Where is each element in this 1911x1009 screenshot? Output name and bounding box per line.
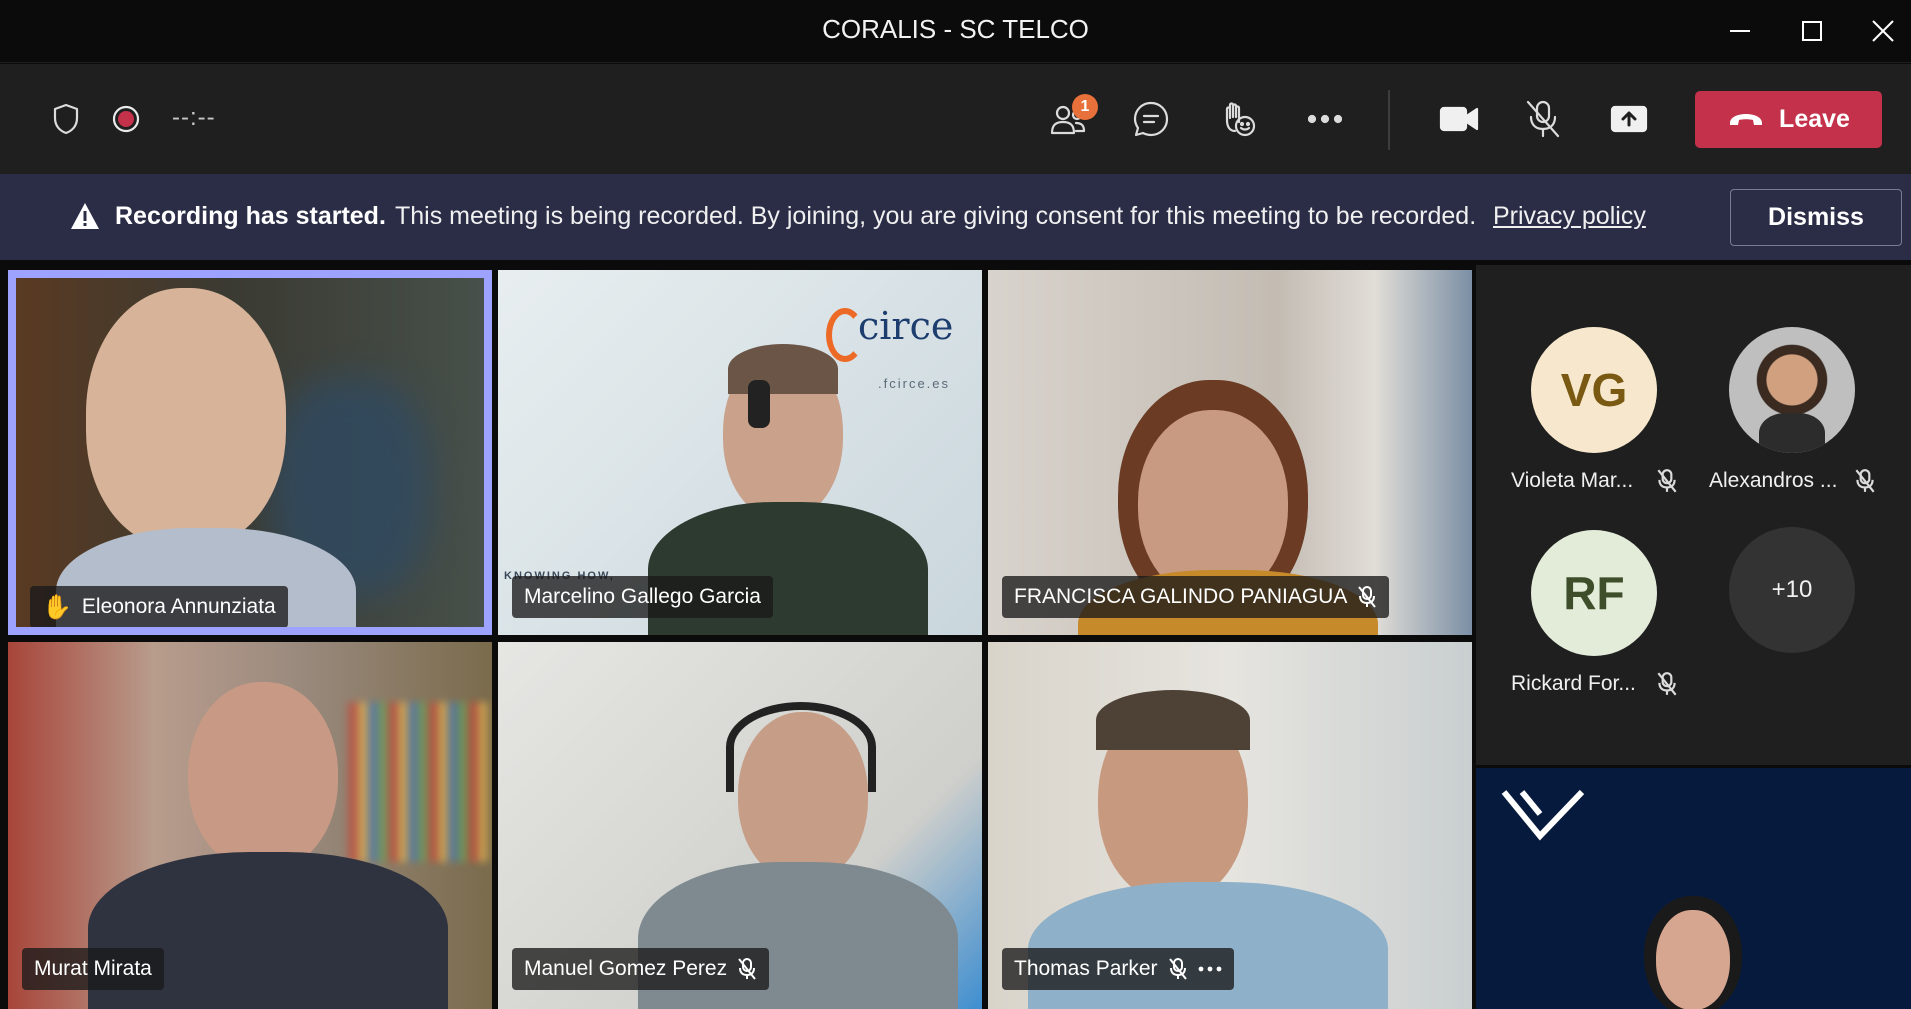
logo-url: .fcirce.es (878, 376, 951, 391)
self-view-tile[interactable] (1476, 768, 1911, 1009)
tile-more-icon[interactable] (1198, 965, 1222, 973)
avatar[interactable]: VG (1531, 327, 1657, 453)
logo-text: circe (858, 304, 954, 348)
participant-video (188, 682, 338, 872)
gallery-mic-status (1656, 468, 1678, 499)
participant-video (86, 288, 286, 548)
recording-banner: Recording has started. This meeting is b… (0, 174, 1911, 260)
participant-hair (1096, 690, 1250, 750)
meeting-info-button[interactable] (46, 64, 86, 174)
share-screen-icon (1610, 105, 1648, 133)
dismiss-button[interactable]: Dismiss (1730, 189, 1902, 246)
leave-label: Leave (1779, 105, 1850, 133)
headphones (726, 702, 876, 792)
warning-icon (71, 203, 99, 229)
gallery-participant-name: Rickard For... (1511, 672, 1636, 695)
participant-name: Marcelino Gallego Garcia (524, 585, 761, 608)
brand-logo-icon (1501, 789, 1585, 841)
participant-name: Murat Mirata (34, 957, 152, 980)
bookshelf (348, 702, 488, 862)
privacy-policy-link[interactable]: Privacy policy (1493, 202, 1646, 231)
participant-name: FRANCISCA GALINDO PANIAGUA (1014, 585, 1348, 608)
tile-nameplate: Murat Mirata (22, 948, 164, 990)
gallery-mic-status (1656, 671, 1678, 702)
participant-hair (728, 344, 838, 394)
video-tile[interactable]: FRANCISCA GALINDO PANIAGUA (988, 270, 1472, 635)
mic-off-icon (1855, 469, 1875, 493)
tile-nameplate: ✋ Eleonora Annunziata (30, 586, 288, 627)
participant-video (1656, 910, 1730, 1009)
tile-nameplate: FRANCISCA GALINDO PANIAGUA (1002, 576, 1390, 618)
mic-off-icon (738, 958, 756, 980)
recording-message: This meeting is being recorded. By joini… (395, 202, 1477, 230)
recording-title: Recording has started. (115, 202, 386, 230)
mic-off-icon (1168, 958, 1187, 980)
gallery-participant-name: Alexandros ... (1709, 469, 1838, 492)
tile-nameplate: Thomas Parker (1002, 948, 1234, 990)
minimize-button[interactable] (1705, 0, 1775, 62)
avatar[interactable]: RF (1531, 530, 1657, 656)
meeting-timer: --:-- (172, 104, 216, 131)
shield-icon (53, 103, 79, 135)
meeting-toolbar: --:-- 1 Leave (0, 64, 1911, 174)
raised-hand-icon: ✋ (42, 593, 72, 621)
window-title: CORALIS - SC TELCO (822, 14, 1089, 44)
maximize-button[interactable] (1777, 0, 1847, 62)
participant-name: Manuel Gomez Perez (524, 957, 728, 980)
recording-indicator (108, 64, 144, 174)
minimize-icon (1730, 30, 1750, 32)
headset (748, 380, 770, 428)
video-tile[interactable]: circe .fcirce.es KNOWING HOW, Marcelino … (498, 270, 982, 635)
video-tile[interactable]: Manuel Gomez Perez (498, 642, 982, 1009)
video-tile[interactable]: ✋ Eleonora Annunziata (8, 270, 492, 635)
leave-button[interactable]: Leave (1695, 91, 1882, 148)
participants-badge: 1 (1072, 94, 1098, 120)
mic-off-icon (1657, 672, 1677, 696)
tile-nameplate: Manuel Gomez Perez (512, 948, 770, 990)
gallery-mic-status (1854, 468, 1876, 499)
close-icon (1872, 20, 1894, 42)
gallery-participant-name: Violeta Mar... (1511, 469, 1634, 492)
share-button[interactable] (1606, 64, 1652, 174)
mute-button[interactable] (1520, 64, 1566, 174)
mic-off-icon (1358, 586, 1377, 608)
reactions-button[interactable] (1215, 64, 1261, 174)
video-tile[interactable]: Thomas Parker (988, 642, 1472, 1009)
camera-button[interactable] (1434, 64, 1484, 174)
record-icon (112, 105, 140, 133)
video-tile[interactable]: Murat Mirata (8, 642, 492, 1009)
toolbar-divider (1388, 90, 1390, 150)
video-camera-icon (1439, 106, 1479, 132)
mic-off-icon (1657, 469, 1677, 493)
mic-off-icon (1526, 100, 1560, 138)
maximize-icon (1802, 21, 1822, 41)
more-participants-button[interactable]: +10 (1729, 527, 1855, 653)
chat-button[interactable] (1128, 64, 1174, 174)
tile-nameplate: Marcelino Gallego Garcia (512, 576, 773, 618)
avatar-photo[interactable] (1729, 327, 1855, 453)
participant-name: Thomas Parker (1014, 957, 1158, 980)
close-window-button[interactable] (1848, 0, 1911, 62)
chat-icon (1133, 101, 1169, 137)
avatar-shoulders (1759, 413, 1825, 453)
raise-hand-icon (1225, 102, 1256, 137)
participant-gallery: VG Violeta Mar... Alexandros ... RF Rick… (1476, 265, 1911, 765)
hang-up-icon (1730, 113, 1763, 125)
more-options-button[interactable] (1302, 64, 1348, 174)
title-bar: CORALIS - SC TELCO (0, 0, 1911, 63)
more-icon (1308, 114, 1342, 124)
participant-name: Eleonora Annunziata (81, 595, 276, 618)
